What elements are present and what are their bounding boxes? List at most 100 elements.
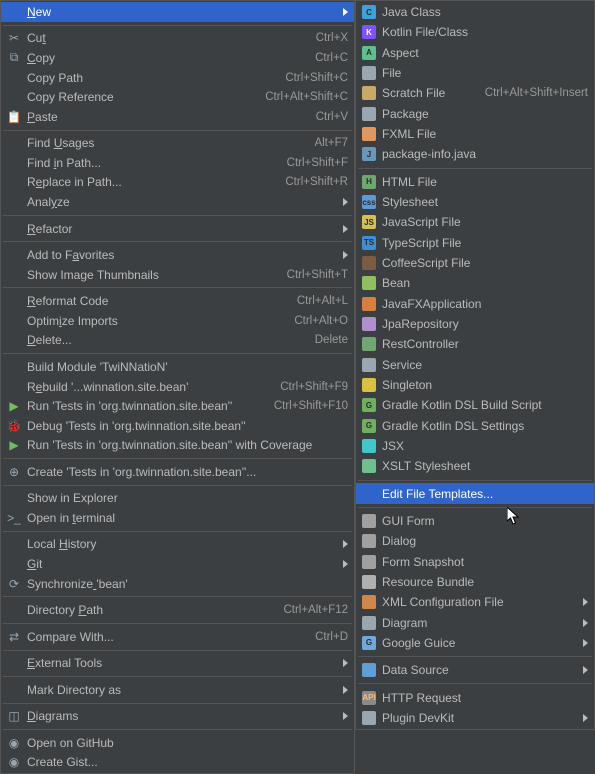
menu-item-show-thumbs[interactable]: Show Image ThumbnailsCtrl+Shift+T: [1, 265, 354, 285]
menu-item-file[interactable]: File: [356, 63, 594, 83]
menu-item-create-gist[interactable]: ◉Create Gist...: [1, 753, 354, 773]
menu-item-find-in-path[interactable]: Find in Path...Ctrl+Shift+F: [1, 153, 354, 173]
menu-item-scratch[interactable]: Scratch FileCtrl+Alt+Shift+Insert: [356, 83, 594, 103]
menu-item-run[interactable]: ▶Run 'Tests in 'org.twinnation.site.bean…: [1, 396, 354, 416]
menu-item-opt-imports[interactable]: Optimize ImportsCtrl+Alt+O: [1, 311, 354, 331]
menu-item-open-github[interactable]: ◉Open on GitHub: [1, 733, 354, 753]
menu-item-ts[interactable]: TSTypeScript File: [356, 233, 594, 253]
submenu-arrow-icon: [583, 598, 588, 606]
jfxapp-icon: [360, 296, 378, 312]
menu-item-coffee[interactable]: CoffeeScript File: [356, 253, 594, 273]
menu-item-delete[interactable]: Delete...Delete: [1, 331, 354, 351]
menu-item-res-bundle[interactable]: Resource Bundle: [356, 572, 594, 592]
shortcut: Ctrl+Alt+F12: [273, 604, 348, 616]
menu-item-rebuild[interactable]: Rebuild '...winnation.site.bean'Ctrl+Shi…: [1, 377, 354, 397]
menu-item-debug[interactable]: 🐞Debug 'Tests in 'org.twinnation.site.be…: [1, 416, 354, 436]
menu-item-fxml[interactable]: FXML File: [356, 124, 594, 144]
menu-item-label: Google Guice: [382, 636, 577, 650]
menu-item-sync[interactable]: ⟳Synchronize 'bean': [1, 574, 354, 594]
menu-item-singleton[interactable]: Singleton: [356, 375, 594, 395]
menu-item-dialog[interactable]: Dialog: [356, 531, 594, 551]
menu-item-package[interactable]: Package: [356, 104, 594, 124]
menu-item-restctrl[interactable]: RestController: [356, 334, 594, 354]
menu-item-dir-path[interactable]: Directory PathCtrl+Alt+F12: [1, 600, 354, 620]
separator: [3, 241, 352, 242]
new-icon: [5, 4, 23, 20]
menu-item-gui-form[interactable]: GUI Form: [356, 511, 594, 531]
menu-item-http-req[interactable]: APIHTTP Request: [356, 687, 594, 707]
menu-item-reformat[interactable]: Reformat CodeCtrl+Alt+L: [1, 291, 354, 311]
shortcut: Ctrl+D: [305, 631, 348, 643]
menu-item-compare[interactable]: ⇄Compare With...Ctrl+D: [1, 627, 354, 647]
menu-item-edit-tpl[interactable]: Edit File Templates...: [356, 483, 594, 503]
menu-item-plugin-dev[interactable]: Plugin DevKit: [356, 708, 594, 728]
menu-item-gradle-build[interactable]: GGradle Kotlin DSL Build Script: [356, 395, 594, 415]
sync-icon: ⟳: [5, 576, 23, 592]
menu-item-guice[interactable]: GGoogle Guice: [356, 633, 594, 653]
menu-item-pkg-info[interactable]: Jpackage-info.java: [356, 144, 594, 164]
menu-item-gradle-settings[interactable]: GGradle Kotlin DSL Settings: [356, 416, 594, 436]
separator: [3, 353, 352, 354]
menu-item-open-terminal[interactable]: >_Open in terminal: [1, 508, 354, 528]
find-in-path-icon: [5, 155, 23, 171]
menu-item-new[interactable]: New: [1, 2, 354, 22]
menu-item-label: Diagrams: [27, 709, 337, 723]
xslt-icon: [360, 458, 378, 474]
menu-item-coverage[interactable]: ▶Run 'Tests in 'org.twinnation.site.bean…: [1, 436, 354, 456]
shortcut: Ctrl+Shift+C: [275, 72, 348, 84]
plugin-dev-icon: [360, 710, 378, 726]
separator: [3, 25, 352, 26]
menu-item-datasource[interactable]: Data Source: [356, 660, 594, 680]
menu-item-bean[interactable]: Bean: [356, 273, 594, 293]
menu-item-kotlin[interactable]: KKotlin File/Class: [356, 22, 594, 42]
menu-item-stylesheet[interactable]: cssStylesheet: [356, 192, 594, 212]
separator: [3, 287, 352, 288]
menu-item-analyze[interactable]: Analyze: [1, 192, 354, 212]
menu-item-replace-in-path[interactable]: Replace in Path...Ctrl+Shift+R: [1, 173, 354, 193]
menu-item-js[interactable]: JSJavaScript File: [356, 212, 594, 232]
shortcut: Ctrl+Alt+Shift+C: [255, 91, 348, 103]
git-icon: [5, 556, 23, 572]
menu-item-label: Aspect: [382, 46, 588, 60]
menu-item-label: Mark Directory as: [27, 683, 337, 697]
menu-item-cut[interactable]: ✂CutCtrl+X: [1, 29, 354, 49]
menu-item-diagrams[interactable]: ◫Diagrams: [1, 707, 354, 727]
menu-item-jsx[interactable]: JSX: [356, 436, 594, 456]
rebuild-icon: [5, 379, 23, 395]
menu-item-show-explorer[interactable]: Show in Explorer: [1, 489, 354, 509]
menu-item-refactor[interactable]: Refactor: [1, 219, 354, 239]
menu-item-label: Java Class: [382, 5, 588, 19]
show-explorer-icon: [5, 490, 23, 506]
menu-item-service[interactable]: Service: [356, 355, 594, 375]
menu-item-paste[interactable]: 📋PasteCtrl+V: [1, 107, 354, 127]
gradle-settings-icon: G: [360, 418, 378, 434]
shortcut: Ctrl+C: [305, 52, 348, 64]
menu-item-build-mod[interactable]: Build Module 'TwiNNatioN': [1, 357, 354, 377]
menu-item-xml-cfg[interactable]: XML Configuration File: [356, 592, 594, 612]
menu-item-copy-ref[interactable]: Copy ReferenceCtrl+Alt+Shift+C: [1, 87, 354, 107]
menu-item-add-fav[interactable]: Add to Favorites: [1, 245, 354, 265]
menu-item-jparepo[interactable]: JpaRepository: [356, 314, 594, 334]
menu-item-find-usages[interactable]: Find UsagesAlt+F7: [1, 133, 354, 153]
menu-item-label: Refactor: [27, 222, 337, 236]
menu-item-local-history[interactable]: Local History: [1, 535, 354, 555]
menu-item-git[interactable]: Git: [1, 554, 354, 574]
menu-item-label: GUI Form: [382, 514, 588, 528]
separator: [358, 656, 592, 657]
menu-item-jfxapp[interactable]: JavaFXApplication: [356, 294, 594, 314]
menu-item-create-tests[interactable]: ⊕Create 'Tests in 'org.twinnation.site.b…: [1, 462, 354, 482]
menu-item-external-tools[interactable]: External Tools: [1, 653, 354, 673]
menu-item-mark-dir[interactable]: Mark Directory as: [1, 680, 354, 700]
js-icon: JS: [360, 214, 378, 230]
menu-item-label: Reformat Code: [27, 294, 287, 308]
menu-item-form-snap[interactable]: Form Snapshot: [356, 551, 594, 571]
menu-item-xslt[interactable]: XSLT Stylesheet: [356, 456, 594, 476]
menu-item-aspect[interactable]: AAspect: [356, 43, 594, 63]
menu-item-copy[interactable]: ⧉CopyCtrl+C: [1, 48, 354, 68]
menu-item-java-class[interactable]: CJava Class: [356, 2, 594, 22]
dialog-icon: [360, 533, 378, 549]
menu-item-copy-path[interactable]: Copy PathCtrl+Shift+C: [1, 68, 354, 88]
shortcut: Ctrl+Alt+O: [284, 315, 348, 327]
menu-item-diagram[interactable]: Diagram: [356, 612, 594, 632]
menu-item-html[interactable]: HHTML File: [356, 172, 594, 192]
